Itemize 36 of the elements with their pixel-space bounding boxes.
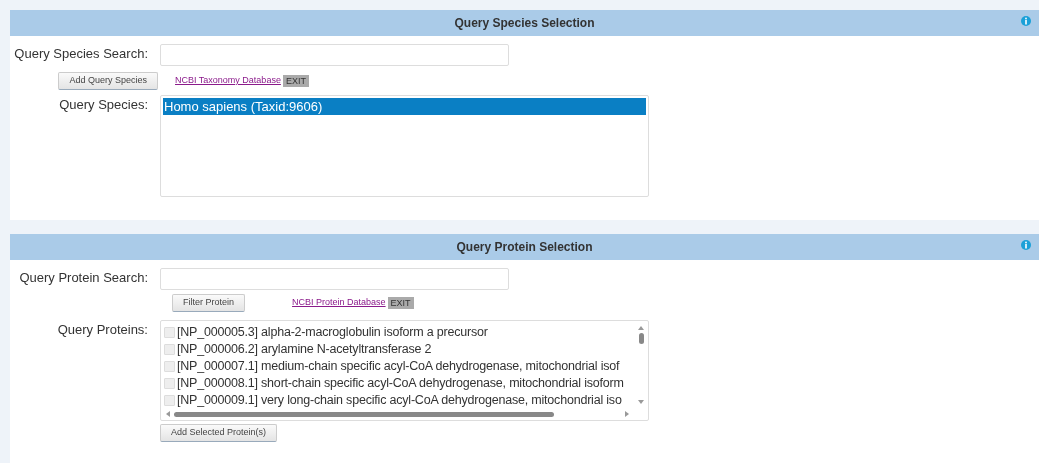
scroll-up-icon[interactable] <box>637 325 645 331</box>
panel-title: Query Species Selection <box>454 15 595 32</box>
checkbox[interactable] <box>164 344 175 355</box>
scroll-right-icon[interactable] <box>624 410 630 418</box>
protein-option[interactable]: [NP_000009.1] very long-chain specific acyl-CoA dehydrogenase, mitochondrial iso <box>177 391 622 410</box>
field-label: Query Proteins: <box>57 322 148 337</box>
exit-button[interactable]: EXIT <box>282 75 309 87</box>
protein-option[interactable]: [NP_000008.1] short-chain specific acyl-CoA dehydrogenase, mitochondrial isoform <box>177 374 624 393</box>
checkbox[interactable] <box>164 378 175 389</box>
checkbox[interactable] <box>164 327 175 338</box>
field-label: Query Species Search: <box>14 46 148 61</box>
search-field[interactable] <box>160 268 509 290</box>
scroll-down-icon[interactable] <box>637 399 645 405</box>
checkbox[interactable] <box>164 395 175 406</box>
panel-title: Query Protein Selection <box>456 239 593 256</box>
species-list[interactable]: Homo sapiens (Taxid:9606) <box>160 95 649 197</box>
exit-button[interactable]: EXIT <box>387 297 414 309</box>
action-button[interactable]: Add Query Species <box>58 72 158 90</box>
protein-list[interactable] <box>160 320 649 421</box>
action-button[interactable]: Add Selected Protein(s) <box>160 424 278 442</box>
protein-option[interactable]: [NP_000007.1] medium-chain specific acyl-CoA dehydrogenase, mitochondrial isof <box>177 357 620 376</box>
field-label: Query Protein Search: <box>19 270 148 285</box>
info-icon[interactable] <box>1021 16 1031 26</box>
scroll-left-icon[interactable] <box>165 410 171 418</box>
protein-option[interactable]: [NP_000005.3] alpha-2-macroglobulin isoform a precursor <box>177 323 488 342</box>
scrollbar-thumb[interactable] <box>174 411 554 417</box>
database-link[interactable]: NCBI Taxonomy Database <box>175 74 281 88</box>
field-label: Query Species: <box>59 97 148 112</box>
database-link[interactable]: NCBI Protein Database <box>292 296 386 310</box>
list-item[interactable]: Homo sapiens (Taxid:9606) <box>163 98 646 115</box>
scrollbar-thumb[interactable] <box>638 333 644 344</box>
protein-option[interactable]: [NP_000006.2] arylamine N-acetyltransferase 2 <box>177 340 432 359</box>
checkbox[interactable] <box>164 361 175 372</box>
info-icon[interactable] <box>1021 240 1031 250</box>
action-button[interactable]: Filter Protein <box>172 294 246 312</box>
search-field[interactable] <box>160 44 509 66</box>
